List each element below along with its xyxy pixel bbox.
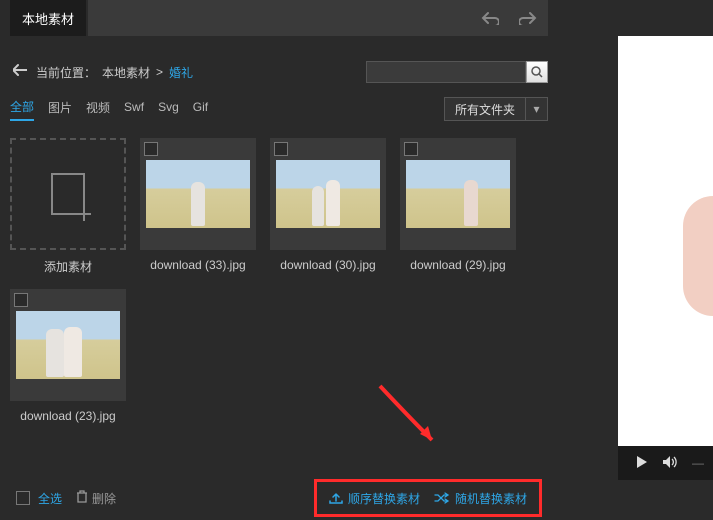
filter-video[interactable]: 视频	[86, 99, 110, 120]
select-all-checkbox[interactable]	[16, 491, 30, 505]
asset-checkbox[interactable]	[274, 142, 288, 156]
replace-sequential-label: 顺序替换素材	[348, 490, 420, 507]
filter-tabs: 全部 图片 视频 Swf Svg Gif	[10, 98, 208, 121]
preview-panel: —	[618, 36, 713, 480]
search-icon	[531, 66, 543, 78]
asset-thumbnail	[276, 160, 380, 228]
replace-random-label: 随机替换素材	[455, 490, 527, 507]
asset-thumbnail	[406, 160, 510, 228]
volume-track[interactable]: —	[692, 456, 704, 470]
shuffle-icon	[434, 492, 450, 504]
asset-grid: 添加素材 download (33).jpg download (30).jpg…	[10, 138, 548, 423]
add-asset-box[interactable]	[10, 138, 126, 250]
trash-icon[interactable]	[76, 490, 88, 506]
replace-actions: 顺序替换素材 随机替换素材	[314, 479, 542, 517]
add-icon	[51, 173, 85, 215]
search-input[interactable]	[366, 61, 526, 83]
delete-label[interactable]: 删除	[92, 490, 116, 507]
chevron-down-icon: ▾	[525, 98, 547, 120]
tab-local-assets[interactable]: 本地素材	[10, 0, 86, 36]
filter-image[interactable]: 图片	[48, 99, 72, 120]
select-all-label[interactable]: 全选	[38, 490, 62, 507]
breadcrumb-root[interactable]: 本地素材	[102, 64, 150, 81]
breadcrumb-label: 当前位置：	[36, 64, 96, 81]
asset-tile[interactable]: download (33).jpg	[140, 138, 256, 275]
asset-tile[interactable]: download (23).jpg	[10, 289, 126, 423]
asset-filename: download (29).jpg	[400, 258, 516, 272]
asset-tile[interactable]: download (29).jpg	[400, 138, 516, 275]
player-controls: —	[618, 446, 713, 480]
asset-thumbnail	[146, 160, 250, 228]
asset-checkbox[interactable]	[14, 293, 28, 307]
add-asset-label: 添加素材	[10, 258, 126, 275]
folder-select-label: 所有文件夹	[445, 101, 525, 118]
asset-thumbnail	[16, 311, 120, 379]
asset-filename: download (23).jpg	[10, 409, 126, 423]
breadcrumb: 当前位置： 本地素材 > 婚礼	[10, 52, 548, 92]
filter-all[interactable]: 全部	[10, 98, 34, 121]
search-button[interactable]	[526, 61, 548, 83]
volume-icon[interactable]	[662, 455, 678, 472]
breadcrumb-sep: >	[156, 65, 163, 79]
redo-icon[interactable]	[518, 8, 538, 28]
replace-random-button[interactable]: 随机替换素材	[434, 490, 527, 507]
add-asset-tile[interactable]: 添加素材	[10, 138, 126, 275]
folder-select[interactable]: 所有文件夹 ▾	[444, 97, 548, 121]
bottom-bar: 全选 删除 顺序替换素材 随机替换素材	[10, 476, 548, 520]
replace-sequential-button[interactable]: 顺序替换素材	[329, 490, 420, 507]
breadcrumb-leaf[interactable]: 婚礼	[169, 64, 193, 81]
asset-checkbox[interactable]	[404, 142, 418, 156]
tab-bar	[88, 0, 548, 36]
asset-filename: download (33).jpg	[140, 258, 256, 272]
filter-gif[interactable]: Gif	[193, 100, 208, 118]
asset-tile[interactable]: download (30).jpg	[270, 138, 386, 275]
asset-filename: download (30).jpg	[270, 258, 386, 272]
asset-checkbox[interactable]	[144, 142, 158, 156]
play-icon[interactable]	[636, 455, 648, 472]
upload-icon	[329, 492, 343, 504]
filter-swf[interactable]: Swf	[124, 100, 144, 118]
back-icon[interactable]	[10, 63, 30, 82]
filter-svg[interactable]: Svg	[158, 100, 179, 118]
undo-icon[interactable]	[480, 8, 500, 28]
preview-image	[618, 36, 713, 446]
